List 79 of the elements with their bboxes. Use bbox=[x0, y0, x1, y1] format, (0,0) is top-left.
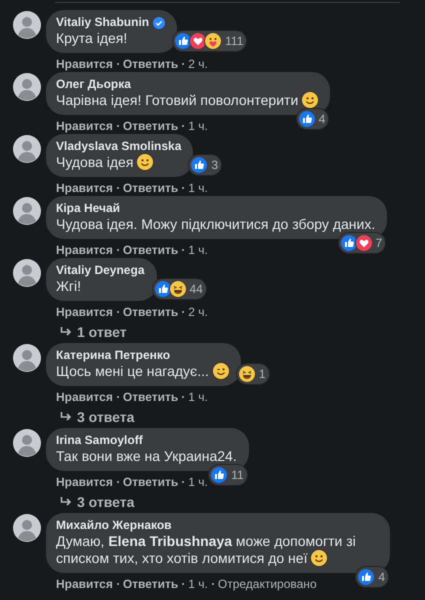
reply-link[interactable]: Ответить bbox=[122, 305, 178, 319]
author-name[interactable]: Vitaliy Shabunin bbox=[56, 15, 150, 30]
reactions-summary[interactable]: 4 bbox=[356, 567, 388, 587]
comment-time[interactable]: 1 ч. bbox=[188, 119, 208, 133]
reply-link[interactable]: Ответить bbox=[122, 390, 178, 404]
like-link[interactable]: Нравится bbox=[56, 57, 113, 71]
like-link[interactable]: Нравится bbox=[56, 119, 113, 133]
like-link[interactable]: Нравится bbox=[56, 390, 113, 404]
like-link[interactable]: Нравится bbox=[56, 305, 113, 319]
author-name[interactable]: Кіра Нечай bbox=[56, 201, 120, 216]
avatar[interactable] bbox=[13, 429, 41, 457]
author-name[interactable]: Михайло Жернаков bbox=[56, 518, 172, 533]
comment-time[interactable]: 2 ч. bbox=[188, 305, 208, 319]
like-icon bbox=[154, 280, 172, 298]
comment-text: Чудова ідея. Можу підключитися до збору даних. bbox=[56, 216, 376, 233]
like-icon bbox=[210, 466, 228, 484]
laughing-emoji-icon bbox=[168, 280, 186, 298]
winking-emoji-icon bbox=[212, 363, 229, 379]
reactions-summary[interactable]: 11 bbox=[209, 465, 247, 485]
hug-emoji-icon bbox=[204, 32, 222, 50]
reply-link[interactable]: Ответить bbox=[122, 181, 178, 195]
like-link[interactable]: Нравится bbox=[56, 243, 113, 257]
like-icon bbox=[174, 32, 192, 50]
heart-icon bbox=[189, 32, 208, 50]
reply-link[interactable]: Ответить bbox=[122, 243, 178, 257]
like-link[interactable]: Нравится bbox=[56, 181, 113, 195]
like-icon bbox=[357, 568, 376, 586]
avatar[interactable] bbox=[13, 197, 41, 225]
like-icon bbox=[298, 110, 316, 128]
reply-arrow-icon bbox=[60, 327, 72, 337]
reply-link[interactable]: Ответить bbox=[122, 475, 178, 489]
avatar[interactable] bbox=[13, 11, 41, 39]
avatar[interactable] bbox=[13, 73, 41, 101]
reply-link[interactable]: Ответить bbox=[122, 577, 178, 591]
comment-time[interactable]: 1 ч. bbox=[188, 475, 208, 489]
author-name[interactable]: Vitaliy Deynega bbox=[56, 263, 144, 278]
comment-text: Жгі! bbox=[56, 278, 82, 295]
reactions-summary[interactable]: 111 bbox=[173, 31, 246, 51]
laughing-emoji-icon bbox=[238, 365, 256, 383]
author-name[interactable]: Катерина Петренко bbox=[56, 348, 170, 363]
avatar[interactable] bbox=[13, 344, 41, 372]
comment-time[interactable]: 1 ч. bbox=[188, 243, 208, 257]
avatar[interactable] bbox=[13, 259, 41, 287]
heart-icon bbox=[354, 234, 373, 252]
reactions-summary[interactable]: 7 bbox=[338, 233, 386, 253]
reactions-summary[interactable]: 3 bbox=[189, 155, 222, 175]
view-replies-link[interactable]: 1 ответ bbox=[77, 324, 127, 340]
reply-link[interactable]: Ответить bbox=[122, 57, 178, 71]
author-name[interactable]: Олег Дьорка bbox=[56, 77, 131, 92]
author-name[interactable]: Irina Samoyloff bbox=[56, 433, 143, 448]
view-replies-link[interactable]: 3 ответа bbox=[77, 409, 134, 425]
reactions-summary[interactable]: 4 bbox=[296, 109, 328, 129]
comment-text: Думаю, Elena Tribushnaya може допомогти зі списком тих, хто хотів ломитися до неї bbox=[56, 533, 357, 567]
reply-arrow-icon bbox=[60, 497, 72, 507]
comment-time[interactable]: 1 ч. bbox=[188, 577, 208, 591]
avatar[interactable] bbox=[13, 135, 41, 163]
comment-text: Чудова ідея bbox=[56, 154, 182, 171]
like-link[interactable]: Нравится bbox=[56, 577, 113, 591]
reactions-summary[interactable]: 44 bbox=[152, 279, 206, 299]
reply-link[interactable]: Ответить bbox=[122, 119, 178, 133]
smiley-emoji-icon bbox=[302, 92, 318, 108]
reactions-summary[interactable]: 1 bbox=[236, 364, 269, 384]
comment-text: Чарівна ідея! Готовий поволонтерити bbox=[56, 92, 318, 109]
like-icon bbox=[190, 156, 208, 174]
comment-text: Крута ідея! bbox=[56, 30, 128, 47]
reply-arrow-icon bbox=[60, 412, 72, 422]
comment-text: Так вони вже на Украина24. bbox=[56, 448, 237, 465]
author-name[interactable]: Vladyslava Smolinska bbox=[56, 139, 182, 154]
like-icon bbox=[340, 234, 358, 252]
comment-text: Щось мені це нагадує... bbox=[56, 363, 229, 380]
smiley-emoji-icon bbox=[311, 550, 328, 566]
view-replies-link[interactable]: 3 ответа bbox=[77, 494, 134, 510]
avatar[interactable] bbox=[13, 514, 41, 542]
like-link[interactable]: Нравится bbox=[56, 475, 113, 489]
comment-time[interactable]: 1 ч. bbox=[188, 390, 208, 404]
comment-time[interactable]: 2 ч. bbox=[188, 57, 208, 71]
comment-time[interactable]: 1 ч. bbox=[188, 181, 208, 195]
edited-label: Отредактировано bbox=[218, 577, 317, 591]
smiley-emoji-icon bbox=[137, 154, 154, 170]
